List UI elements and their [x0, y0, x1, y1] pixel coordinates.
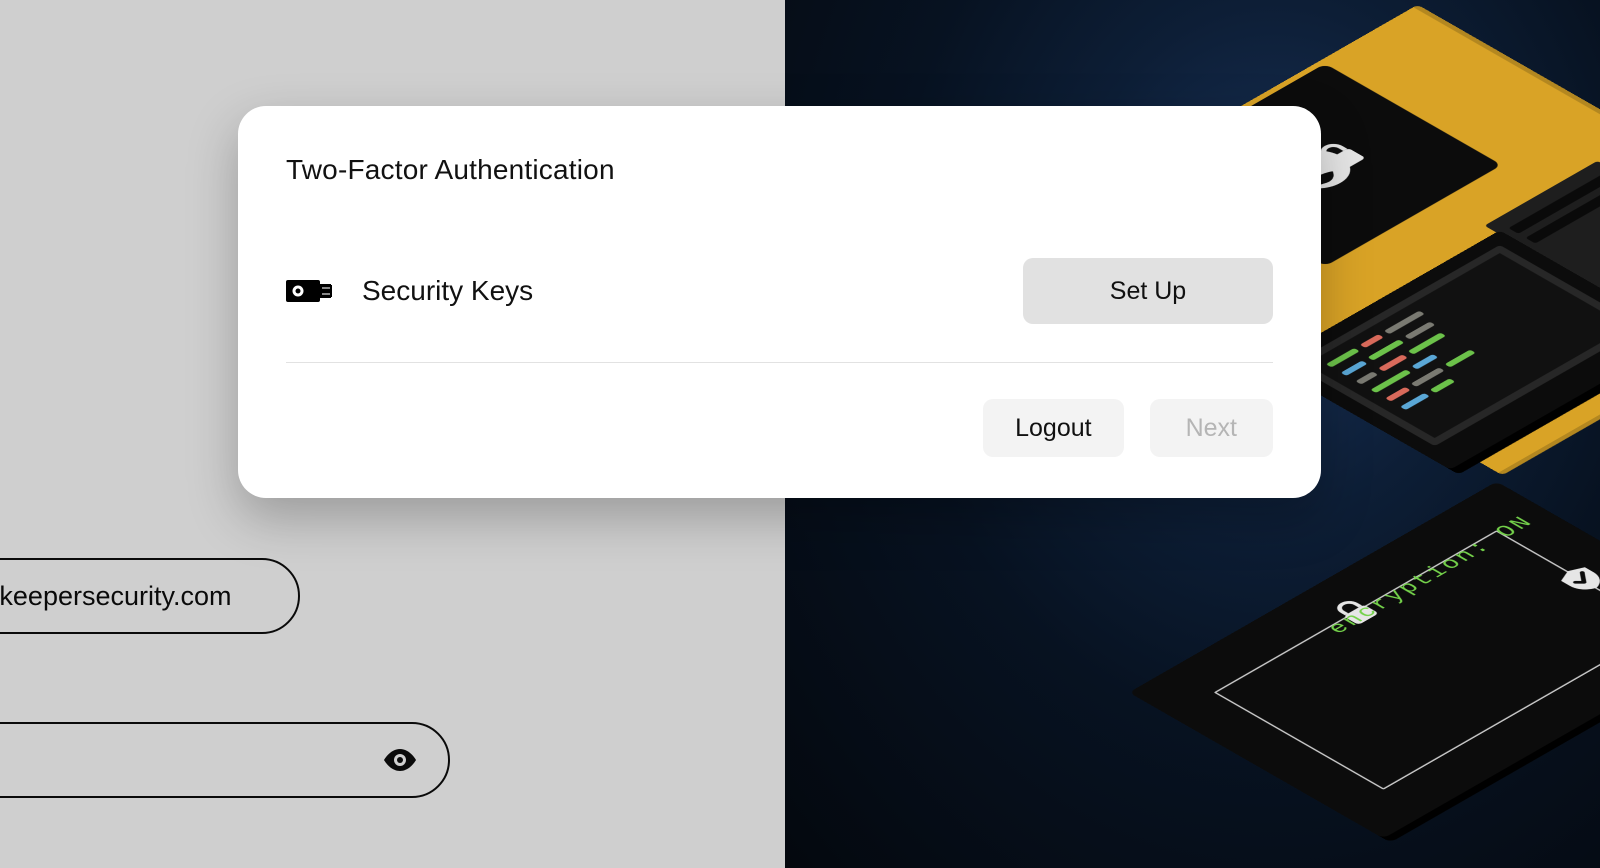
set-up-button[interactable]: Set Up [1023, 258, 1273, 324]
password-field[interactable] [0, 722, 450, 798]
logout-button[interactable]: Logout [983, 399, 1123, 457]
shield-check-icon [1542, 556, 1600, 601]
two-factor-modal: Two-Factor Authentication [238, 106, 1321, 498]
method-label: Security Keys [362, 275, 533, 307]
email-field[interactable]: @keepersecurity.com [0, 558, 300, 634]
next-button[interactable]: Next [1150, 399, 1273, 457]
modal-actions: Logout Next [286, 399, 1273, 457]
show-password-icon[interactable] [382, 747, 418, 773]
app-stage: encryption: ON @keepersecurity.com Two-F… [0, 0, 1600, 868]
illustration-base [1129, 482, 1600, 839]
email-field-value: @keepersecurity.com [0, 581, 232, 612]
modal-title: Two-Factor Authentication [286, 154, 1273, 186]
method-row-security-keys: Security Keys Set Up [286, 258, 1273, 363]
security-key-icon [286, 276, 332, 306]
